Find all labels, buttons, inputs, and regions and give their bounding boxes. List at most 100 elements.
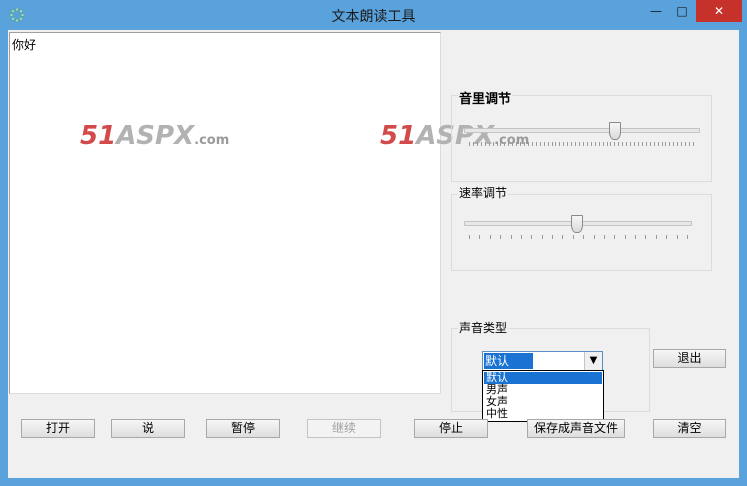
slider-tick bbox=[531, 142, 533, 146]
slider-tick bbox=[541, 235, 543, 239]
main-window: 文本朗读工具 — □ ✕ 你好 51ASPX.com 51ASPX.com 音里… bbox=[0, 0, 747, 486]
slider-tick bbox=[504, 142, 506, 146]
slider-tick bbox=[500, 142, 502, 146]
slider-tick bbox=[681, 142, 683, 146]
slider-tick bbox=[563, 142, 565, 146]
slider-tick bbox=[583, 235, 585, 239]
slider-tick bbox=[606, 142, 608, 146]
slider-tick bbox=[531, 235, 533, 239]
resume-button[interactable]: 继续 bbox=[307, 419, 381, 438]
title-bar[interactable]: 文本朗读工具 — □ ✕ bbox=[0, 0, 747, 30]
slider-tick bbox=[624, 235, 626, 239]
volume-label: 音里调节 bbox=[458, 88, 513, 107]
slider-tick bbox=[661, 142, 663, 146]
chevron-down-icon[interactable]: ▼ bbox=[584, 352, 602, 370]
slider-tick bbox=[655, 235, 657, 239]
slider-tick bbox=[630, 142, 632, 146]
volume-group bbox=[451, 95, 712, 182]
slider-tick bbox=[469, 235, 470, 239]
slider-tick bbox=[593, 235, 595, 239]
close-button[interactable]: ✕ bbox=[696, 0, 742, 22]
slider-tick bbox=[685, 142, 687, 146]
slider-tick bbox=[535, 142, 537, 146]
slider-tick bbox=[603, 235, 605, 239]
rate-slider-thumb[interactable] bbox=[571, 215, 583, 233]
volume-slider-ticks bbox=[469, 142, 694, 147]
slider-tick bbox=[555, 142, 557, 146]
clear-button[interactable]: 清空 bbox=[653, 419, 726, 438]
rate-slider-ticks bbox=[469, 235, 688, 240]
slider-tick bbox=[480, 142, 482, 146]
slider-tick bbox=[476, 142, 478, 146]
save-audio-button[interactable]: 保存成声音文件 bbox=[527, 419, 625, 438]
rate-label: 速率调节 bbox=[458, 184, 509, 201]
slider-tick bbox=[676, 235, 678, 239]
voice-selected-value: 默认 bbox=[484, 353, 533, 369]
window-title: 文本朗读工具 bbox=[331, 9, 416, 25]
slider-tick bbox=[665, 142, 667, 146]
slider-tick bbox=[635, 235, 637, 239]
slider-tick bbox=[666, 235, 668, 239]
slider-tick bbox=[559, 142, 561, 146]
slider-tick bbox=[520, 142, 522, 146]
slider-tick bbox=[567, 142, 569, 146]
slider-tick bbox=[614, 235, 616, 239]
slider-tick bbox=[575, 142, 577, 146]
slider-tick bbox=[492, 142, 494, 146]
slider-tick bbox=[637, 142, 639, 146]
slider-tick bbox=[669, 142, 671, 146]
watermark-logo: 51ASPX.com bbox=[80, 121, 230, 151]
slider-tick bbox=[488, 142, 490, 146]
volume-slider-track[interactable] bbox=[464, 128, 700, 133]
slider-tick bbox=[626, 142, 628, 146]
slider-tick bbox=[469, 142, 470, 146]
slider-tick bbox=[598, 142, 600, 146]
slider-tick bbox=[500, 235, 502, 239]
text-input-area[interactable]: 你好 bbox=[9, 32, 441, 394]
slider-tick bbox=[543, 142, 545, 146]
slider-tick bbox=[524, 142, 526, 146]
voice-type-select[interactable]: 默认 ▼ bbox=[482, 351, 603, 371]
slider-tick bbox=[634, 142, 636, 146]
exit-button[interactable]: 退出 bbox=[653, 349, 726, 368]
slider-tick bbox=[472, 142, 474, 146]
slider-tick bbox=[496, 142, 498, 146]
volume-slider-thumb[interactable] bbox=[608, 122, 621, 140]
stop-button[interactable]: 停止 bbox=[414, 419, 488, 438]
slider-tick bbox=[618, 142, 620, 146]
slider-tick bbox=[484, 142, 486, 146]
minimize-button[interactable]: — bbox=[643, 0, 669, 22]
slider-tick bbox=[512, 142, 514, 146]
maximize-button[interactable]: □ bbox=[669, 0, 695, 22]
slider-tick bbox=[508, 142, 510, 146]
slider-tick bbox=[479, 235, 481, 239]
pause-button[interactable]: 暂停 bbox=[206, 419, 280, 438]
slider-tick bbox=[590, 142, 592, 146]
slider-tick bbox=[510, 235, 512, 239]
slider-tick bbox=[579, 142, 581, 146]
rate-group bbox=[451, 194, 712, 271]
slider-tick bbox=[551, 142, 553, 146]
slider-tick bbox=[520, 235, 522, 239]
slider-tick bbox=[610, 142, 612, 146]
slider-tick bbox=[571, 142, 573, 146]
slider-tick bbox=[641, 142, 643, 146]
open-button[interactable]: 打开 bbox=[21, 419, 95, 438]
slider-tick bbox=[527, 142, 529, 146]
slider-tick bbox=[516, 142, 518, 146]
slider-tick bbox=[562, 235, 564, 239]
slider-tick bbox=[687, 235, 688, 239]
slider-tick bbox=[594, 142, 596, 146]
slider-tick bbox=[693, 142, 694, 146]
slider-tick bbox=[653, 142, 655, 146]
client-area: 你好 51ASPX.com 51ASPX.com 音里调节 速率调节 声音类型 … bbox=[8, 30, 739, 478]
slider-tick bbox=[572, 235, 574, 239]
slider-tick bbox=[657, 142, 659, 146]
speak-button[interactable]: 说 bbox=[111, 419, 185, 438]
slider-tick bbox=[673, 142, 675, 146]
slider-tick bbox=[649, 142, 651, 146]
slider-tick bbox=[586, 142, 588, 146]
slider-tick bbox=[645, 235, 647, 239]
slider-tick bbox=[582, 142, 584, 146]
voice-label: 声音类型 bbox=[458, 319, 509, 336]
